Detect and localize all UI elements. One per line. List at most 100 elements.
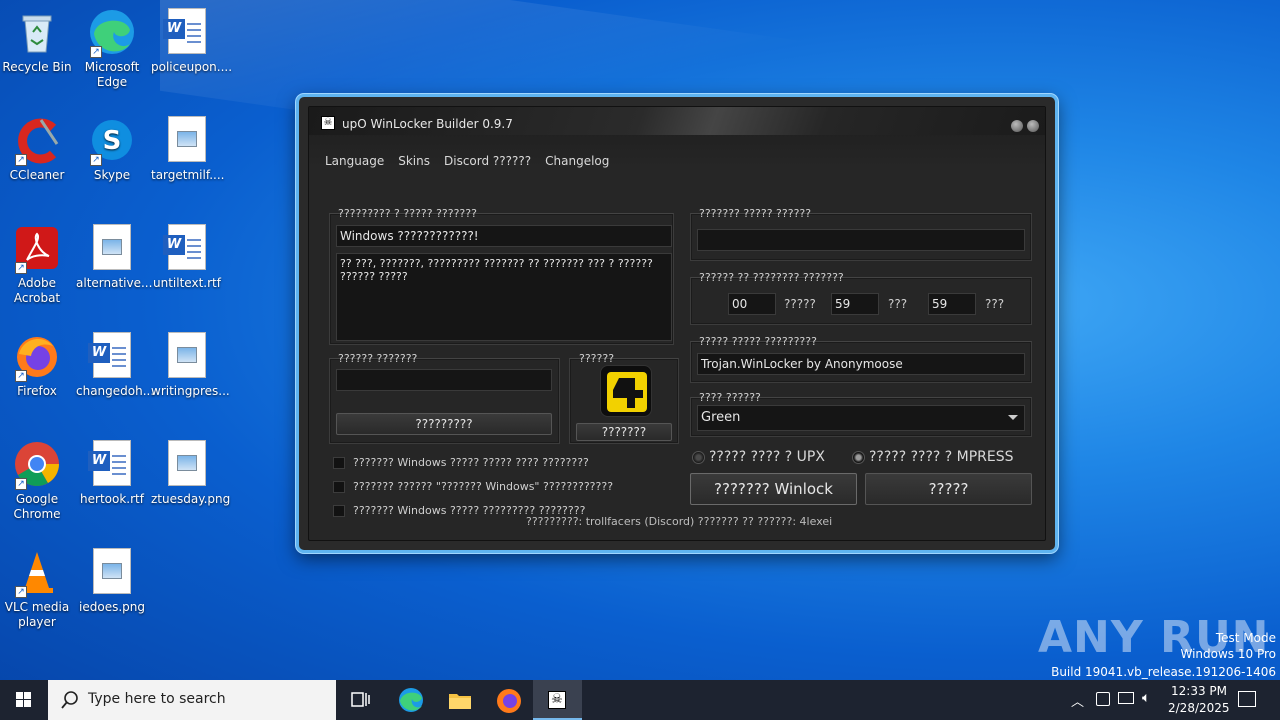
skype-logo-icon: S ↗ bbox=[88, 116, 136, 166]
shortcut-arrow-icon: ↗ bbox=[15, 262, 27, 274]
chrome-logo-icon: ↗ bbox=[13, 440, 61, 490]
icon-label: alternative... bbox=[76, 276, 153, 290]
menu-skins[interactable]: Skins bbox=[398, 154, 430, 168]
radio-upx[interactable] bbox=[692, 451, 705, 464]
adobe-acrobat-icon[interactable]: ↗ Adobe Acrobat bbox=[1, 224, 73, 306]
icon-label: writingpres... bbox=[151, 384, 230, 398]
image-file-icon[interactable]: iedoes.png bbox=[76, 548, 148, 615]
recycle-bin-icon[interactable]: Recycle Bin bbox=[1, 8, 73, 75]
icon-label: ztuesday.png bbox=[151, 492, 231, 506]
image-file-icon[interactable]: writingpres... bbox=[151, 332, 230, 399]
color-select-value: Green bbox=[701, 410, 741, 425]
color-select[interactable]: Green bbox=[697, 405, 1025, 431]
ccleaner-icon[interactable]: ↗ CCleaner bbox=[1, 116, 73, 183]
app-icon: ☠ bbox=[321, 116, 335, 130]
clock-time[interactable]: 12:33 PM bbox=[1171, 684, 1227, 698]
icon-label: hertook.rtf bbox=[80, 492, 144, 506]
timer-seconds-unit: ??? bbox=[985, 297, 1005, 311]
generate-password-button[interactable]: ????????? bbox=[336, 413, 552, 435]
taskbar-search-box[interactable]: Type here to search bbox=[48, 680, 336, 720]
microsoft-edge-icon[interactable]: ↗ Microsoft Edge bbox=[76, 8, 148, 90]
word-doc-icon: W bbox=[163, 8, 206, 54]
start-button[interactable] bbox=[0, 680, 48, 720]
password-input[interactable] bbox=[336, 369, 552, 391]
word-doc-icon: W bbox=[88, 332, 131, 378]
menu-discord[interactable]: Discord ?????? bbox=[444, 154, 531, 168]
window-client-area: ☠ upO WinLocker Builder 0.9.7 Language S… bbox=[308, 106, 1046, 541]
watermark-line3: Build 19041.vb_release.191206-1406 bbox=[1051, 665, 1276, 679]
checkbox-3[interactable] bbox=[333, 505, 345, 517]
volume-icon[interactable]: 🔈︎ bbox=[1142, 690, 1150, 706]
menu-language[interactable]: Language bbox=[325, 154, 384, 168]
message-group-label: ????????? ? ????? ??????? bbox=[338, 207, 477, 220]
shortcut-arrow-icon: ↗ bbox=[15, 586, 27, 598]
message-body-textarea[interactable]: ?? ???, ???????, ????????? ??????? ?? ??… bbox=[336, 253, 672, 341]
icon-label: targetmilf.... bbox=[151, 168, 225, 182]
word-doc-icon: W bbox=[163, 224, 206, 270]
firefox-taskbar-icon[interactable] bbox=[495, 686, 523, 714]
skype-icon[interactable]: S ↗ Skype bbox=[76, 116, 148, 183]
svg-text:S: S bbox=[103, 126, 122, 156]
icon-label: Google Chrome bbox=[13, 492, 61, 521]
checkbox-2-label: ??????? ?????? "??????? Windows" ???????… bbox=[353, 480, 614, 493]
icon-label: Firefox bbox=[17, 384, 57, 398]
minimize-button[interactable] bbox=[1011, 120, 1023, 132]
icon-label: policeupon.... bbox=[151, 60, 233, 74]
word-document-icon[interactable]: W hertook.rtf bbox=[76, 440, 148, 507]
file-explorer-icon[interactable] bbox=[446, 686, 474, 714]
message-title-input[interactable]: Windows ????????????! bbox=[336, 225, 672, 247]
program-name-label: ????? ????? ????????? bbox=[699, 335, 817, 348]
winlocker-taskbar-button[interactable]: ☠ bbox=[533, 680, 582, 720]
timer-minutes-unit: ??? bbox=[888, 297, 908, 311]
word-document-icon[interactable]: W untiltext.rtf bbox=[151, 224, 223, 291]
icon-group-label: ?????? bbox=[579, 352, 615, 365]
network-icon[interactable] bbox=[1118, 692, 1134, 704]
chevron-down-icon bbox=[1008, 415, 1018, 420]
task-view-icon[interactable] bbox=[346, 686, 374, 714]
timer-minutes-input[interactable]: 59 bbox=[831, 293, 879, 315]
acrobat-logo-icon: ↗ bbox=[13, 224, 61, 274]
notification-center-icon[interactable] bbox=[1238, 691, 1256, 707]
checkbox-2[interactable] bbox=[333, 481, 345, 493]
timer-seconds-input[interactable]: 59 bbox=[928, 293, 976, 315]
choose-icon-button[interactable]: ??????? bbox=[576, 423, 672, 441]
title-bar[interactable]: ☠ upO WinLocker Builder 0.9.7 bbox=[309, 107, 1045, 135]
image-file-icon[interactable]: ztuesday.png bbox=[151, 440, 231, 507]
icon-label: Recycle Bin bbox=[2, 60, 72, 74]
word-doc-icon: W bbox=[88, 440, 131, 486]
watermark-line2: Windows 10 Pro bbox=[1180, 647, 1276, 661]
radio-mpress[interactable] bbox=[852, 451, 865, 464]
word-document-icon[interactable]: W policeupon.... bbox=[151, 8, 233, 75]
icon-label: untiltext.rtf bbox=[153, 276, 221, 290]
clock-date[interactable]: 2/28/2025 bbox=[1168, 701, 1230, 715]
watermark-line1: Test Mode bbox=[1215, 631, 1276, 645]
icon-label: VLC media player bbox=[4, 600, 70, 629]
tray-chevron-up-icon[interactable]: ︿ bbox=[1071, 691, 1084, 710]
icon-label: changedoh... bbox=[76, 384, 155, 398]
google-chrome-icon[interactable]: ↗ Google Chrome bbox=[1, 440, 73, 522]
recycle-bin-glyph-icon bbox=[13, 8, 61, 56]
vlc-media-player-icon[interactable]: ↗ VLC media player bbox=[1, 548, 73, 630]
image-file-icon[interactable]: alternative... bbox=[76, 224, 153, 291]
taskbar: Type here to search ☠ ︿ 🔈︎ 12:33 PM 2/28… bbox=[0, 680, 1280, 720]
edge-taskbar-icon[interactable] bbox=[397, 686, 425, 714]
exit-button[interactable]: ????? bbox=[865, 473, 1032, 505]
icon-label: Skype bbox=[93, 168, 131, 182]
ccleaner-logo-icon: ↗ bbox=[13, 116, 61, 166]
vlc-cone-icon: ↗ bbox=[13, 548, 61, 598]
password-group-label: ?????? ??????? bbox=[338, 352, 418, 365]
build-winlock-button[interactable]: ??????? Winlock bbox=[690, 473, 857, 505]
menu-changelog[interactable]: Changelog bbox=[545, 154, 609, 168]
timer-hours-input[interactable]: 00 bbox=[728, 293, 776, 315]
icon-label: iedoes.png bbox=[79, 600, 145, 614]
image-file-icon[interactable]: targetmilf.... bbox=[151, 116, 225, 183]
checkbox-1[interactable] bbox=[333, 457, 345, 469]
firefox-icon[interactable]: ↗ Firefox bbox=[1, 332, 73, 399]
shortcut-arrow-icon: ↗ bbox=[90, 46, 102, 58]
word-document-icon[interactable]: W changedoh... bbox=[76, 332, 155, 399]
usb-device-icon[interactable] bbox=[1096, 692, 1110, 706]
close-button[interactable] bbox=[1027, 120, 1039, 132]
program-name-input[interactable]: Trojan.WinLocker by Anonymoose bbox=[697, 353, 1025, 375]
shortcut-arrow-icon: ↗ bbox=[15, 478, 27, 490]
unlock-code-input[interactable] bbox=[697, 229, 1025, 251]
